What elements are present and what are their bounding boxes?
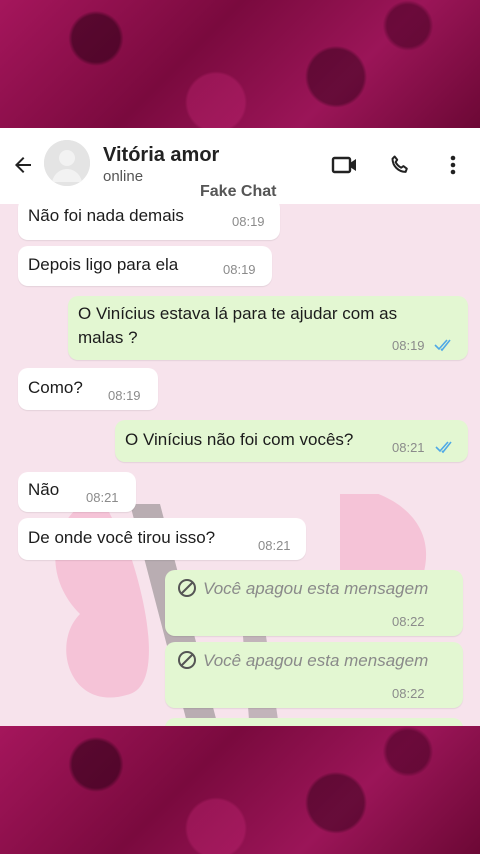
message-text-line: O Vinícius estava lá para te ajudar com … — [78, 304, 398, 323]
deleted-message-text: Você apagou esta mensagem — [203, 579, 429, 598]
message-bubble-outgoing-partial[interactable] — [165, 718, 463, 726]
message-text: O Vinícius não foi com vocês? — [125, 430, 354, 449]
background-bottom — [0, 726, 480, 854]
message-bubble-outgoing[interactable]: O Vinícius não foi com vocês? 08:21 — [115, 420, 468, 462]
menu-button[interactable] — [438, 150, 468, 180]
message-time: 08:21 — [258, 538, 291, 553]
message-text: Depois ligo para ela — [28, 255, 179, 274]
video-call-button[interactable] — [330, 150, 360, 180]
more-vertical-icon — [450, 155, 456, 175]
message-text: Não foi nada demais — [28, 206, 184, 225]
video-call-icon — [331, 156, 356, 174]
message-time: 08:21 — [392, 440, 425, 455]
deleted-message-bubble[interactable]: Você apagou esta mensagem 08:22 — [165, 570, 463, 636]
message-time: 08:19 — [223, 262, 256, 277]
message-text: Como? — [28, 378, 83, 397]
message-time: 08:22 — [392, 686, 425, 701]
contact-status: online — [103, 168, 144, 185]
arrow-left-icon — [15, 157, 31, 173]
message-text-line: malas ? — [78, 328, 138, 347]
message-time: 08:19 — [232, 214, 265, 229]
avatar[interactable] — [44, 140, 90, 186]
read-ticks-icon — [434, 339, 451, 352]
deleted-message-text: Você apagou esta mensagem — [203, 651, 429, 670]
message-bubble-outgoing[interactable]: O Vinícius estava lá para te ajudar com … — [68, 296, 468, 360]
watermark-label: Fake Chat — [200, 183, 277, 200]
chat-screen: Vitória amor online Fake Chat Não foi na… — [0, 128, 480, 726]
message-bubble-incoming[interactable]: De onde você tirou isso? 08:21 — [18, 518, 306, 560]
message-time: 08:22 — [392, 614, 425, 629]
message-list[interactable]: Não foi nada demais 08:19 Depois ligo pa… — [0, 198, 480, 726]
back-button[interactable] — [8, 150, 38, 180]
background-top — [0, 0, 480, 128]
deleted-message-bubble[interactable]: Você apagou esta mensagem 08:22 — [165, 642, 463, 708]
message-time: 08:21 — [86, 490, 119, 505]
message-time: 08:19 — [392, 338, 425, 353]
read-ticks-icon — [435, 441, 452, 454]
voice-call-button[interactable] — [385, 150, 415, 180]
deleted-icon — [178, 651, 196, 669]
message-text: Não — [28, 480, 60, 499]
deleted-icon — [178, 579, 196, 597]
message-text: De onde você tirou isso? — [28, 528, 216, 547]
phone-icon — [391, 155, 408, 173]
message-bubble-incoming[interactable]: Como? 08:19 — [18, 368, 158, 410]
message-bubble-incoming[interactable]: Depois ligo para ela 08:19 — [18, 246, 272, 286]
message-bubble-incoming[interactable]: Não 08:21 — [18, 472, 136, 512]
message-time: 08:19 — [108, 388, 141, 403]
contact-name[interactable]: Vitória amor — [103, 144, 219, 167]
message-bubble-incoming[interactable]: Não foi nada demais 08:19 — [18, 198, 280, 240]
